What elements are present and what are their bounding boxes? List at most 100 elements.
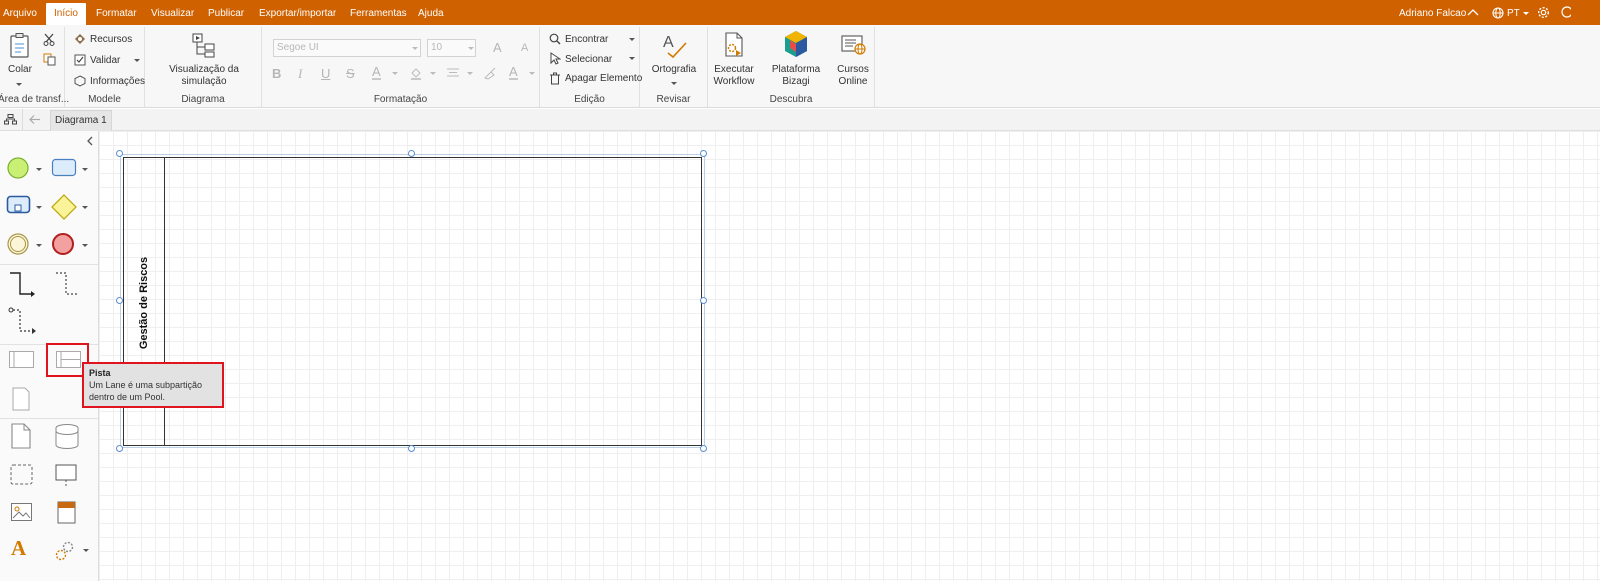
simulation-view-icon[interactable]: [191, 32, 217, 58]
line-color-icon[interactable]: A: [509, 65, 518, 80]
gear-icon[interactable]: [1537, 6, 1550, 19]
resize-handle-right[interactable]: [700, 297, 707, 304]
language-selector[interactable]: PT: [1507, 0, 1520, 25]
back-arrow-icon[interactable]: [29, 114, 41, 125]
diagram-canvas[interactable]: Gestão de Riscos: [99, 131, 1600, 581]
collapse-ribbon-icon[interactable]: [1467, 8, 1479, 16]
delete-element-button[interactable]: Apagar Elemento: [565, 73, 642, 84]
align-dropdown-icon[interactable]: [467, 72, 473, 75]
globe-icon[interactable]: [1492, 7, 1504, 19]
menu-ferramentas[interactable]: Ferramentas: [350, 0, 407, 25]
select-button[interactable]: Selecionar: [565, 54, 612, 65]
spelling-button[interactable]: Ortografia: [644, 64, 704, 76]
start-event-shape-icon[interactable]: [6, 156, 32, 182]
data-object-shape-icon[interactable]: [10, 422, 32, 450]
font-size-dropdown-icon[interactable]: [468, 47, 474, 50]
tab-diagrama-1[interactable]: Diagrama 1: [50, 110, 112, 131]
sequence-flow-icon[interactable]: [8, 271, 36, 299]
help-icon[interactable]: [1561, 6, 1571, 19]
find-button[interactable]: Encontrar: [565, 34, 608, 45]
shrink-font-icon[interactable]: A: [521, 42, 528, 54]
format-painter-icon[interactable]: [483, 66, 497, 80]
data-store-shape-icon[interactable]: [54, 423, 80, 451]
gateway-shape-icon[interactable]: [50, 193, 78, 221]
subprocess-dropdown-icon[interactable]: [36, 206, 42, 209]
info-button[interactable]: Informações: [90, 76, 145, 87]
resize-handle-top[interactable]: [408, 150, 415, 157]
simulation-view-button[interactable]: Visualização da simulação: [151, 64, 257, 88]
online-courses-button[interactable]: Cursos Online: [833, 64, 873, 88]
menu-arquivo[interactable]: Arquivo: [3, 0, 37, 25]
annotation-shape-icon[interactable]: [54, 463, 80, 489]
select-dropdown-icon[interactable]: [629, 57, 635, 60]
custom-shapes-dropdown-icon[interactable]: [83, 549, 89, 552]
validate-dropdown-icon[interactable]: [134, 59, 140, 62]
image-shape-icon[interactable]: [10, 501, 34, 525]
message-flow-icon[interactable]: [54, 271, 82, 299]
resize-handle-top-left[interactable]: [116, 150, 123, 157]
start-event-dropdown-icon[interactable]: [36, 168, 42, 171]
font-name-dropdown-icon[interactable]: [412, 47, 418, 50]
pool-shape-icon[interactable]: [8, 350, 36, 370]
end-event-dropdown-icon[interactable]: [82, 244, 88, 247]
bold-icon[interactable]: B: [272, 66, 281, 81]
resize-handle-left[interactable]: [116, 297, 123, 304]
cut-icon[interactable]: [43, 33, 55, 46]
resize-handle-bottom[interactable]: [408, 445, 415, 452]
find-dropdown-icon[interactable]: [629, 38, 635, 41]
language-dropdown-icon[interactable]: [1523, 12, 1529, 15]
task-dropdown-icon[interactable]: [82, 168, 88, 171]
menu-ajuda[interactable]: Ajuda: [418, 0, 444, 25]
menu-exportar-importar[interactable]: Exportar/importar: [259, 0, 336, 25]
info-icon[interactable]: [74, 75, 86, 87]
italic-icon[interactable]: I: [298, 66, 302, 82]
resources-icon[interactable]: [74, 33, 86, 45]
menu-visualizar[interactable]: Visualizar: [151, 0, 194, 25]
font-color-icon[interactable]: A: [372, 65, 381, 80]
bizagi-platform-icon[interactable]: [784, 30, 808, 58]
end-event-shape-icon[interactable]: [51, 232, 77, 258]
bizagi-platform-button[interactable]: Plataforma Bizagi: [759, 64, 833, 88]
resize-handle-bottom-left[interactable]: [116, 445, 123, 452]
pool-title[interactable]: Gestão de Riscos: [138, 257, 150, 349]
line-color-dropdown-icon[interactable]: [529, 72, 535, 75]
run-workflow-button[interactable]: Executar Workflow: [709, 64, 759, 88]
align-icon[interactable]: [446, 67, 460, 78]
online-courses-icon[interactable]: [841, 33, 867, 57]
subprocess-shape-icon[interactable]: [6, 195, 34, 217]
menu-publicar[interactable]: Publicar: [208, 0, 244, 25]
paste-button[interactable]: Colar: [5, 64, 35, 76]
paste-icon[interactable]: [8, 32, 32, 60]
validate-icon[interactable]: [74, 54, 86, 66]
spelling-dropdown-icon[interactable]: [671, 82, 677, 85]
grow-font-icon[interactable]: A: [493, 40, 502, 55]
intermediate-event-dropdown-icon[interactable]: [36, 244, 42, 247]
custom-shapes-icon[interactable]: [54, 540, 80, 562]
select-icon[interactable]: [549, 52, 561, 65]
gateway-dropdown-icon[interactable]: [82, 206, 88, 209]
copy-icon[interactable]: [43, 53, 56, 66]
diagram-navigator-icon[interactable]: [4, 114, 17, 125]
delete-icon[interactable]: [549, 72, 561, 85]
header-shape-icon[interactable]: [56, 500, 78, 526]
collapse-palette-icon[interactable]: [86, 136, 94, 146]
menu-inicio[interactable]: Início: [46, 3, 86, 25]
group-shape-icon[interactable]: [9, 463, 35, 487]
find-icon[interactable]: [549, 33, 561, 45]
task-shape-icon[interactable]: [51, 158, 79, 180]
font-color-dropdown-icon[interactable]: [392, 72, 398, 75]
intermediate-event-shape-icon[interactable]: [6, 232, 32, 258]
text-shape-icon[interactable]: A: [11, 536, 26, 561]
underline-icon[interactable]: U: [321, 66, 330, 81]
paste-dropdown-icon[interactable]: [16, 83, 22, 86]
fill-color-icon[interactable]: [409, 66, 423, 80]
resize-handle-top-right[interactable]: [700, 150, 707, 157]
font-name-select[interactable]: Segoe UI: [273, 39, 421, 57]
strikethrough-icon[interactable]: S: [346, 66, 355, 81]
validate-button[interactable]: Validar: [90, 55, 120, 66]
user-name[interactable]: Adriano Falcao: [1399, 0, 1466, 25]
resources-button[interactable]: Recursos: [90, 34, 132, 45]
resize-handle-bottom-right[interactable]: [700, 445, 707, 452]
menu-formatar[interactable]: Formatar: [96, 0, 137, 25]
association-icon[interactable]: [8, 307, 38, 337]
